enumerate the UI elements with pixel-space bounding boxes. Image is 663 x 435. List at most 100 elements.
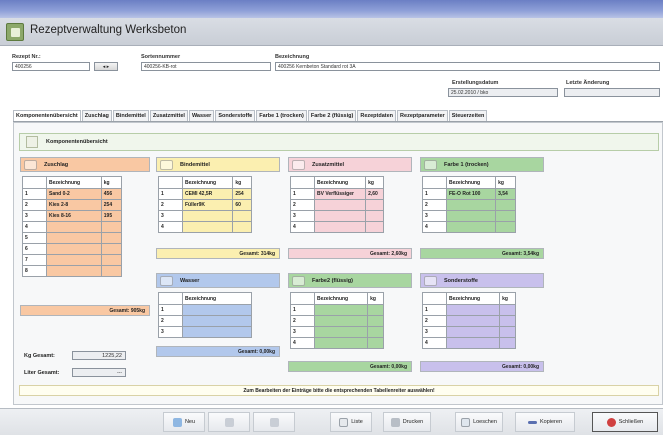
table-cell[interactable] — [499, 304, 516, 316]
table-cell[interactable] — [313, 199, 367, 211]
table-row[interactable]: 6 — [22, 243, 123, 255]
table-cell[interactable] — [313, 315, 369, 327]
table-cell[interactable]: CEMI 42,5R — [181, 188, 234, 200]
wasser-table[interactable]: Bezeichnung 1 2 3 — [158, 292, 252, 338]
table-row[interactable]: 1 FE-O Rot 100 3,54 — [422, 188, 516, 200]
table-row[interactable]: 2 — [422, 315, 516, 327]
table-row[interactable]: 1 CEMI 42,5R 254 — [158, 188, 252, 200]
table-cell[interactable] — [365, 199, 384, 211]
table-row[interactable]: 2 Kies 2-8 254 — [22, 199, 123, 211]
tab-rezeptparameter[interactable]: Rezeptparameter — [397, 110, 448, 121]
table-cell[interactable] — [499, 326, 516, 338]
table-cell[interactable] — [445, 304, 501, 316]
table-cell[interactable] — [232, 221, 252, 233]
table-cell[interactable] — [100, 232, 123, 244]
table-cell[interactable] — [313, 337, 369, 349]
table-cell[interactable] — [367, 337, 384, 349]
table-cell[interactable]: FE-O Rot 100 — [445, 188, 497, 200]
table-cell[interactable]: 3,54 — [495, 188, 516, 200]
table-row[interactable]: 3 — [290, 210, 384, 222]
table-row[interactable]: 3 — [422, 326, 516, 338]
rezept-nr-field[interactable]: 400256 — [12, 62, 90, 71]
save-button[interactable] — [208, 412, 250, 432]
table-row[interactable]: 4 — [290, 221, 384, 233]
table-cell[interactable] — [182, 326, 252, 338]
table-row[interactable]: 8 — [22, 265, 123, 277]
bindemittel-table[interactable]: Bezeichnung kg 1 CEMI 42,5R 254 2 Füller9K 60 3 4 — [158, 176, 252, 233]
table-row[interactable]: 4 — [158, 221, 252, 233]
table-cell[interactable]: Kies 8-16 — [46, 210, 102, 222]
table-cell[interactable]: Kies 2-8 — [46, 199, 102, 211]
table-row[interactable]: 2 — [422, 199, 516, 211]
table-cell[interactable] — [365, 221, 384, 233]
table-row[interactable]: 3 — [158, 210, 252, 222]
tab-bindemittel[interactable]: Bindemittel — [112, 110, 149, 121]
table-row[interactable]: 1 Sand 0-2 456 — [22, 188, 123, 200]
tab-steuerzeiten[interactable]: Steuerzeiten — [448, 110, 488, 121]
table-cell[interactable] — [445, 221, 497, 233]
table-cell[interactable]: 254 — [100, 199, 123, 211]
table-cell[interactable] — [182, 304, 252, 316]
delete-button[interactable]: Loeschen — [455, 412, 503, 432]
table-cell[interactable] — [313, 210, 367, 222]
table-cell[interactable] — [445, 337, 501, 349]
table-cell[interactable] — [46, 254, 102, 266]
rezept-nav-buttons[interactable]: ◂ ▸ — [94, 62, 118, 71]
zuschlag-table[interactable]: Bezeichnung kg 1 Sand 0-2 456 2 Kies 2-8 254 3 Ki… — [22, 176, 123, 277]
table-cell[interactable]: 254 — [232, 188, 252, 200]
table-cell[interactable] — [313, 326, 369, 338]
table-cell[interactable] — [100, 221, 123, 233]
table-cell[interactable] — [445, 315, 501, 327]
print-button[interactable]: Drucken — [383, 412, 431, 432]
table-cell[interactable] — [367, 304, 384, 316]
tab-farbe2[interactable]: Farbe 2 (flüssig) — [307, 110, 357, 121]
tab-sonderstoffe[interactable]: Sonderstoffe — [215, 110, 256, 121]
table-cell[interactable]: BV Verflüssiger — [313, 188, 367, 200]
list-button[interactable]: Liste — [330, 412, 372, 432]
table-cell[interactable] — [181, 221, 234, 233]
sonderstoffe-table[interactable]: Bezeichnung kg 1 2 3 4 — [422, 292, 516, 349]
table-cell[interactable]: 2,60 — [365, 188, 384, 200]
table-row[interactable]: 2 — [290, 315, 384, 327]
table-cell[interactable] — [313, 304, 369, 316]
undo-button[interactable] — [253, 412, 295, 432]
table-cell[interactable]: 195 — [100, 210, 123, 222]
table-row[interactable]: 3 — [290, 326, 384, 338]
table-cell[interactable] — [46, 232, 102, 244]
table-cell[interactable]: Sand 0-2 — [46, 188, 102, 200]
table-row[interactable]: 2 — [290, 199, 384, 211]
tab-wasser[interactable]: Wasser — [188, 110, 215, 121]
close-button[interactable]: Schließen — [592, 412, 658, 432]
table-cell[interactable] — [182, 315, 252, 327]
table-cell[interactable]: 60 — [232, 199, 252, 211]
table-cell[interactable] — [445, 210, 497, 222]
zusatzmittel-table[interactable]: Bezeichnung kg 1 BV Verflüssiger 2,60 2 3 4 — [290, 176, 384, 233]
table-cell[interactable] — [100, 243, 123, 255]
sortennummer-field[interactable]: 400256-KB-rot — [141, 62, 271, 71]
table-cell[interactable] — [445, 199, 497, 211]
tab-komponentenuebersicht[interactable]: Komponentenübersicht — [13, 110, 81, 121]
copy-button[interactable]: Kopieren — [515, 412, 575, 432]
table-cell[interactable] — [499, 337, 516, 349]
bezeichnung-field[interactable]: 400256 Kernbeton Standard rot 3A — [275, 62, 660, 71]
table-cell[interactable] — [367, 326, 384, 338]
table-row[interactable]: 2 Füller9K 60 — [158, 199, 252, 211]
table-row[interactable]: 3 — [422, 210, 516, 222]
table-row[interactable]: 1 BV Verflüssiger 2,60 — [290, 188, 384, 200]
new-button[interactable]: Neu — [163, 412, 205, 432]
table-cell[interactable] — [367, 315, 384, 327]
tab-zusatzmittel[interactable]: Zusatzmittel — [149, 110, 188, 121]
table-cell[interactable] — [181, 210, 234, 222]
table-row[interactable]: 2 — [158, 315, 252, 327]
table-cell[interactable] — [46, 243, 102, 255]
table-cell[interactable] — [495, 221, 516, 233]
table-row[interactable]: 4 — [22, 221, 123, 233]
tab-rezeptdaten[interactable]: Rezeptdaten — [357, 110, 397, 121]
table-cell[interactable] — [495, 210, 516, 222]
tab-zuschlag[interactable]: Zuschlag — [81, 110, 112, 121]
table-cell[interactable] — [46, 221, 102, 233]
table-row[interactable]: 3 Kies 8-16 195 — [22, 210, 123, 222]
table-cell[interactable] — [495, 199, 516, 211]
table-cell[interactable]: 456 — [100, 188, 123, 200]
table-cell[interactable]: Füller9K — [181, 199, 234, 211]
